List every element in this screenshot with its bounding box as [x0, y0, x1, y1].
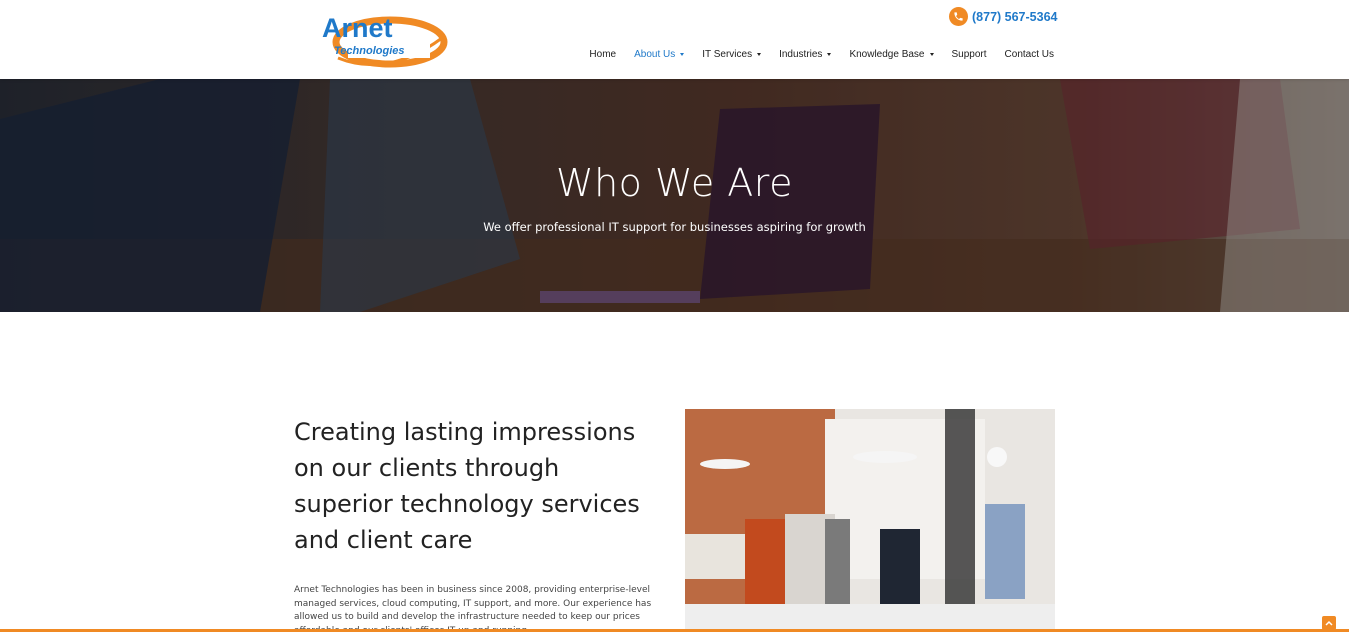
- nav-home[interactable]: Home: [580, 49, 625, 60]
- chevron-down-icon: [929, 53, 934, 56]
- chevron-up-icon: [1325, 620, 1333, 626]
- header-phone[interactable]: (877) 567-5364: [949, 7, 1057, 26]
- chevron-down-icon: [827, 53, 832, 56]
- nav-label: IT Services: [702, 49, 753, 60]
- page-title: Who We Are: [556, 161, 793, 205]
- phone-number[interactable]: (877) 567-5364: [972, 10, 1057, 24]
- site-header: Arnet Technologies (877) 567-5364 Home A…: [0, 0, 1349, 79]
- arnet-logo[interactable]: Arnet Technologies: [318, 8, 448, 72]
- nav-label: Industries: [779, 49, 823, 60]
- nav-it-services[interactable]: IT Services: [693, 49, 770, 60]
- section-body-text: Arnet Technologies has been in business …: [294, 585, 652, 632]
- office-team-photo: [685, 409, 1055, 632]
- hero-banner: Who We Are We offer professional IT supp…: [0, 79, 1349, 312]
- nav-support[interactable]: Support: [943, 49, 996, 60]
- nav-label: Support: [951, 49, 987, 60]
- hero-subtitle: We offer professional IT support for bus…: [483, 220, 866, 234]
- main-nav: Home About Us IT Services Industries Kno…: [580, 49, 1054, 60]
- phone-icon: [949, 7, 968, 26]
- nav-industries[interactable]: Industries: [770, 49, 840, 60]
- nav-label: Knowledge Base: [849, 49, 925, 60]
- nav-about-us[interactable]: About Us: [625, 49, 693, 60]
- nav-label: Contact Us: [1004, 49, 1054, 60]
- nav-label: About Us: [634, 49, 676, 60]
- nav-knowledge-base[interactable]: Knowledge Base: [840, 49, 942, 60]
- logo-main-text: Arnet: [322, 13, 393, 43]
- chevron-down-icon: [757, 53, 762, 56]
- section-headline: Creating lasting impressions on our clie…: [294, 418, 640, 554]
- nav-contact-us[interactable]: Contact Us: [996, 49, 1054, 60]
- chevron-down-icon: [680, 53, 685, 56]
- scroll-to-top-button[interactable]: [1322, 616, 1336, 630]
- nav-label: Home: [589, 49, 617, 60]
- logo-sub-text: Technologies: [334, 45, 405, 57]
